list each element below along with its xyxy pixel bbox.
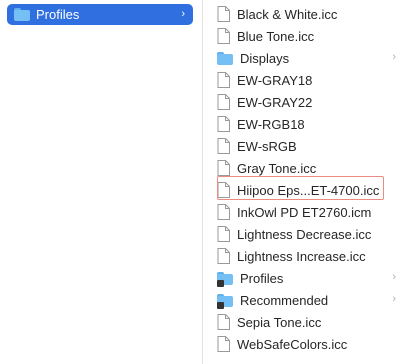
document-icon: [217, 72, 230, 88]
document-icon: [217, 160, 230, 176]
file-list-item[interactable]: Sepia Tone.icc: [217, 311, 395, 333]
item-label: Recommended: [240, 292, 329, 308]
file-list-item[interactable]: Lightness Decrease.icc: [217, 223, 395, 245]
item-label: EW-sRGB: [237, 138, 297, 154]
item-label: InkOwl PD ET2760.icm: [237, 204, 372, 220]
item-label: EW-GRAY18: [237, 72, 313, 88]
file-list-item[interactable]: WebSafeColors.icc: [217, 333, 395, 355]
file-list-item[interactable]: EW-sRGB: [217, 135, 395, 157]
file-list-item[interactable]: Lightness Increase.icc: [217, 245, 395, 267]
folder-icon: [14, 8, 30, 21]
chevron-right-icon: ›: [392, 271, 396, 283]
file-list-item[interactable]: EW-GRAY18: [217, 69, 395, 91]
document-icon: [217, 138, 230, 154]
file-list-item[interactable]: Displays ›: [217, 47, 396, 69]
document-icon: [217, 336, 230, 352]
item-label: Black & White.icc: [237, 6, 338, 22]
item-label: EW-GRAY22: [237, 94, 313, 110]
document-icon: [217, 28, 230, 44]
item-label: Gray Tone.icc: [237, 160, 317, 176]
document-icon: [217, 204, 230, 220]
file-list-item[interactable]: Recommended ›: [217, 289, 396, 311]
highlight-box: [217, 176, 384, 200]
chevron-right-icon: ›: [392, 293, 396, 305]
file-list-item[interactable]: Blue Tone.icc: [217, 25, 395, 47]
item-label: WebSafeColors.icc: [237, 336, 348, 352]
file-list-item[interactable]: EW-RGB18: [217, 113, 395, 135]
item-label: EW-RGB18: [237, 116, 305, 132]
document-icon: [217, 94, 230, 110]
chevron-right-icon: ›: [181, 8, 185, 20]
folder-icon: [217, 51, 233, 65]
document-icon: [217, 226, 230, 242]
item-label: Profiles: [240, 270, 284, 286]
document-icon: [217, 116, 230, 132]
item-label: Profiles: [36, 7, 80, 22]
item-label: Lightness Increase.icc: [237, 248, 366, 264]
item-label: Displays: [240, 50, 290, 66]
sidebar-item-profiles[interactable]: Profiles ›: [7, 4, 193, 25]
alias-folder-icon: [217, 271, 233, 287]
file-list-item[interactable]: Profiles ›: [217, 267, 396, 289]
file-list-item[interactable]: Black & White.icc: [217, 3, 395, 25]
item-label: Blue Tone.icc: [237, 28, 315, 44]
alias-folder-icon: [217, 293, 233, 309]
item-label: Sepia Tone.icc: [237, 314, 322, 330]
document-icon: [217, 314, 230, 330]
document-icon: [217, 248, 230, 264]
chevron-right-icon: ›: [392, 51, 396, 63]
file-list-item[interactable]: InkOwl PD ET2760.icm: [217, 201, 395, 223]
document-icon: [217, 6, 230, 22]
left-column: Profiles ›: [0, 0, 202, 364]
file-list-item[interactable]: EW-GRAY22: [217, 91, 395, 113]
item-label: Lightness Decrease.icc: [237, 226, 372, 242]
